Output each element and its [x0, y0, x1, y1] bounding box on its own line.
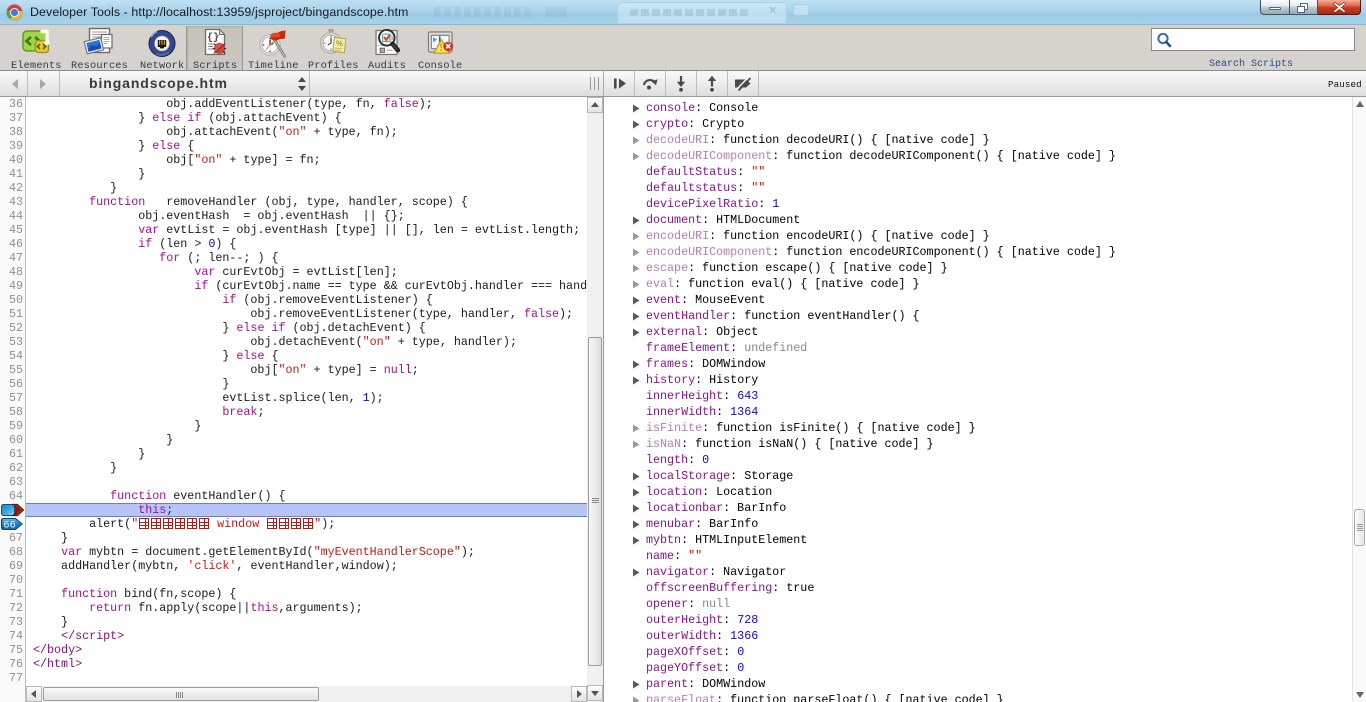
svg-text:{}: {} — [207, 32, 219, 44]
svg-text:66: 66 — [3, 520, 16, 531]
svg-text:%: % — [335, 39, 343, 49]
